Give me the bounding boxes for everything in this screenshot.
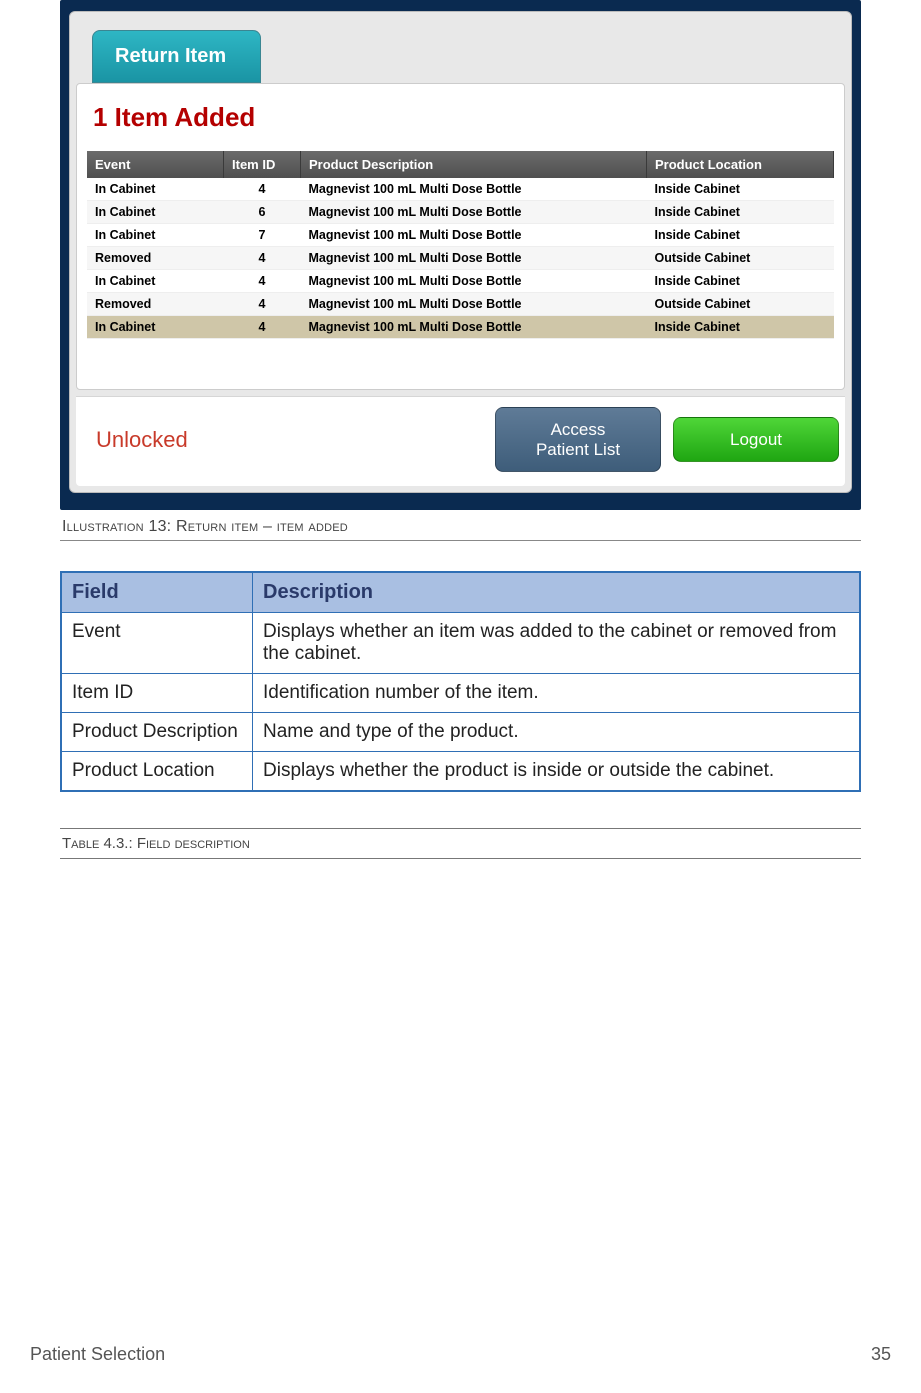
- table-row: In Cabinet6Magnevist 100 mL Multi Dose B…: [87, 201, 834, 224]
- fd-header-description: Description: [253, 572, 861, 613]
- col-header-event: Event: [87, 151, 224, 178]
- fd-field-name: Product Location: [61, 752, 253, 792]
- cell-product-location: Outside Cabinet: [647, 293, 834, 316]
- col-header-product-description: Product Description: [301, 151, 647, 178]
- cell-item-id: 7: [224, 224, 301, 247]
- table-row: In Cabinet4Magnevist 100 mL Multi Dose B…: [87, 178, 834, 201]
- fd-header-field: Field: [61, 572, 253, 613]
- col-header-item-id: Item ID: [224, 151, 301, 178]
- field-description-table: Field Description EventDisplays whether …: [60, 571, 861, 792]
- events-table: Event Item ID Product Description Produc…: [87, 151, 834, 339]
- fd-field-name: Item ID: [61, 674, 253, 713]
- cell-product-location: Outside Cabinet: [647, 247, 834, 270]
- table-caption: Table 4.3.: Field description: [60, 829, 861, 858]
- illustration-caption: Illustration 13: Return item – item adde…: [60, 514, 861, 541]
- fd-row: Item IDIdentification number of the item…: [61, 674, 860, 713]
- cell-event: In Cabinet: [87, 224, 224, 247]
- cell-event: In Cabinet: [87, 316, 224, 339]
- cell-product-location: Inside Cabinet: [647, 178, 834, 201]
- table-row: In Cabinet4Magnevist 100 mL Multi Dose B…: [87, 316, 834, 339]
- cell-product-location: Inside Cabinet: [647, 270, 834, 293]
- fd-field-description: Identification number of the item.: [253, 674, 861, 713]
- footer-section-title: Patient Selection: [30, 1344, 165, 1365]
- cell-event: In Cabinet: [87, 201, 224, 224]
- page-footer: Patient Selection 35: [30, 1344, 891, 1365]
- fd-field-name: Event: [61, 613, 253, 674]
- item-added-banner: 1 Item Added: [93, 102, 828, 133]
- footer-page-number: 35: [871, 1344, 891, 1365]
- cell-item-id: 4: [224, 293, 301, 316]
- cell-product-location: Inside Cabinet: [647, 201, 834, 224]
- cell-event: Removed: [87, 293, 224, 316]
- fd-field-description: Name and type of the product.: [253, 713, 861, 752]
- table-caption-block: Table 4.3.: Field description: [60, 828, 861, 859]
- table-row: Removed4Magnevist 100 mL Multi Dose Bott…: [87, 293, 834, 316]
- cell-product-location: Inside Cabinet: [647, 224, 834, 247]
- table-row: In Cabinet4Magnevist 100 mL Multi Dose B…: [87, 270, 834, 293]
- cell-item-id: 4: [224, 316, 301, 339]
- screenshot-region: Return Item 1 Item Added Event Item ID P…: [60, 0, 861, 510]
- cell-product-description: Magnevist 100 mL Multi Dose Bottle: [301, 293, 647, 316]
- fd-row: Product DescriptionName and type of the …: [61, 713, 860, 752]
- cell-product-description: Magnevist 100 mL Multi Dose Bottle: [301, 247, 647, 270]
- app-window: Return Item 1 Item Added Event Item ID P…: [69, 11, 852, 493]
- col-header-product-location: Product Location: [647, 151, 834, 178]
- cell-product-location: Inside Cabinet: [647, 316, 834, 339]
- cell-product-description: Magnevist 100 mL Multi Dose Bottle: [301, 201, 647, 224]
- cell-event: Removed: [87, 247, 224, 270]
- cell-item-id: 4: [224, 270, 301, 293]
- table-row: Removed4Magnevist 100 mL Multi Dose Bott…: [87, 247, 834, 270]
- logout-button[interactable]: Logout: [673, 417, 839, 463]
- window-tab-return-item: Return Item: [92, 30, 261, 83]
- fd-row: EventDisplays whether an item was added …: [61, 613, 860, 674]
- cell-event: In Cabinet: [87, 270, 224, 293]
- status-unlocked: Unlocked: [96, 427, 483, 453]
- cell-event: In Cabinet: [87, 178, 224, 201]
- cell-item-id: 4: [224, 247, 301, 270]
- cell-product-description: Magnevist 100 mL Multi Dose Bottle: [301, 316, 647, 339]
- fd-row: Product LocationDisplays whether the pro…: [61, 752, 860, 792]
- table-row: In Cabinet7Magnevist 100 mL Multi Dose B…: [87, 224, 834, 247]
- cell-item-id: 6: [224, 201, 301, 224]
- fd-field-description: Displays whether the product is inside o…: [253, 752, 861, 792]
- cell-product-description: Magnevist 100 mL Multi Dose Bottle: [301, 270, 647, 293]
- footer-bar: Unlocked AccessPatient List Logout: [76, 396, 845, 486]
- caption-rule-bottom: [60, 858, 861, 859]
- fd-field-name: Product Description: [61, 713, 253, 752]
- fd-field-description: Displays whether an item was added to th…: [253, 613, 861, 674]
- table-empty-area: [87, 339, 834, 389]
- access-patient-list-button[interactable]: AccessPatient List: [495, 407, 661, 472]
- cell-item-id: 4: [224, 178, 301, 201]
- cell-product-description: Magnevist 100 mL Multi Dose Bottle: [301, 178, 647, 201]
- content-panel: 1 Item Added Event Item ID Product Descr…: [76, 83, 845, 390]
- cell-product-description: Magnevist 100 mL Multi Dose Bottle: [301, 224, 647, 247]
